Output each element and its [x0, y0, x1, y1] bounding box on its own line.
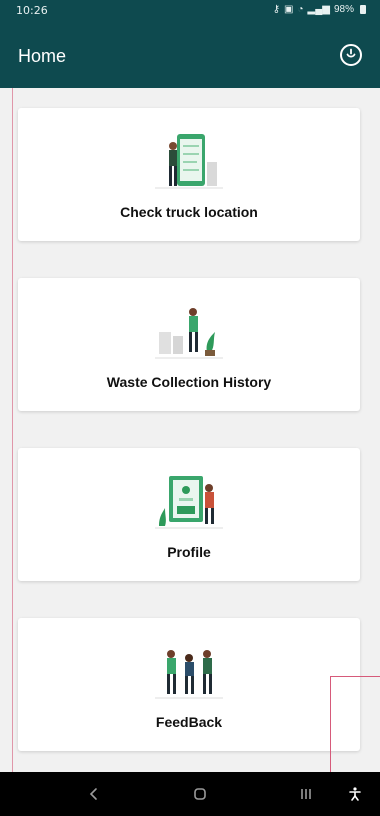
accessibility-icon — [349, 787, 361, 801]
system-nav-bar — [0, 772, 380, 816]
recents-button[interactable] — [276, 772, 336, 816]
page-title: Home — [18, 46, 67, 66]
profile-card-illustration-icon — [155, 476, 223, 529]
wifi-icon: ◔ — [297, 4, 304, 15]
status-icons: ⚷ ▣ ◔ ▂▄▆ 98% — [273, 4, 366, 15]
card-label: FeedBack — [155, 714, 223, 730]
group-people-illustration-icon — [155, 650, 223, 699]
check-truck-location-card[interactable]: Check truck location — [18, 108, 360, 241]
card-label: Check truck location — [120, 204, 258, 220]
feedback-card[interactable]: FeedBack — [18, 618, 360, 751]
recycling-person-illustration-icon — [155, 308, 223, 359]
battery-percent: 98% — [333, 4, 354, 15]
app-bar: Home — [0, 22, 380, 88]
power-icon — [340, 44, 362, 66]
image-icon: ▣ — [284, 4, 294, 15]
profile-card[interactable]: Profile — [18, 448, 360, 581]
card-label: Waste Collection History — [106, 374, 272, 390]
recents-icon — [301, 789, 311, 799]
signal-icon: ▂▄▆ — [307, 4, 330, 15]
back-icon — [89, 788, 97, 800]
card-label: Profile — [167, 544, 211, 560]
phone-map-illustration-icon — [155, 134, 223, 189]
battery-icon — [360, 5, 366, 14]
overlay-outline-corner-horizontal — [330, 676, 380, 677]
home-button[interactable] — [170, 772, 230, 816]
menu-list: Check truck location Waste Collection Hi… — [0, 88, 380, 772]
logout-button[interactable] — [338, 42, 364, 68]
overlay-outline-left — [12, 88, 13, 772]
home-screen: 10:26 ⚷ ▣ ◔ ▂▄▆ 98% Home Check truck loc… — [0, 0, 380, 816]
waste-collection-history-card[interactable]: Waste Collection History — [18, 278, 360, 411]
status-bar: 10:26 ⚷ ▣ ◔ ▂▄▆ 98% — [0, 0, 380, 22]
accessibility-button[interactable] — [330, 772, 380, 816]
home-icon — [194, 788, 206, 800]
status-time: 10:26 — [16, 4, 48, 17]
key-icon: ⚷ — [272, 4, 281, 15]
back-button[interactable] — [64, 772, 124, 816]
